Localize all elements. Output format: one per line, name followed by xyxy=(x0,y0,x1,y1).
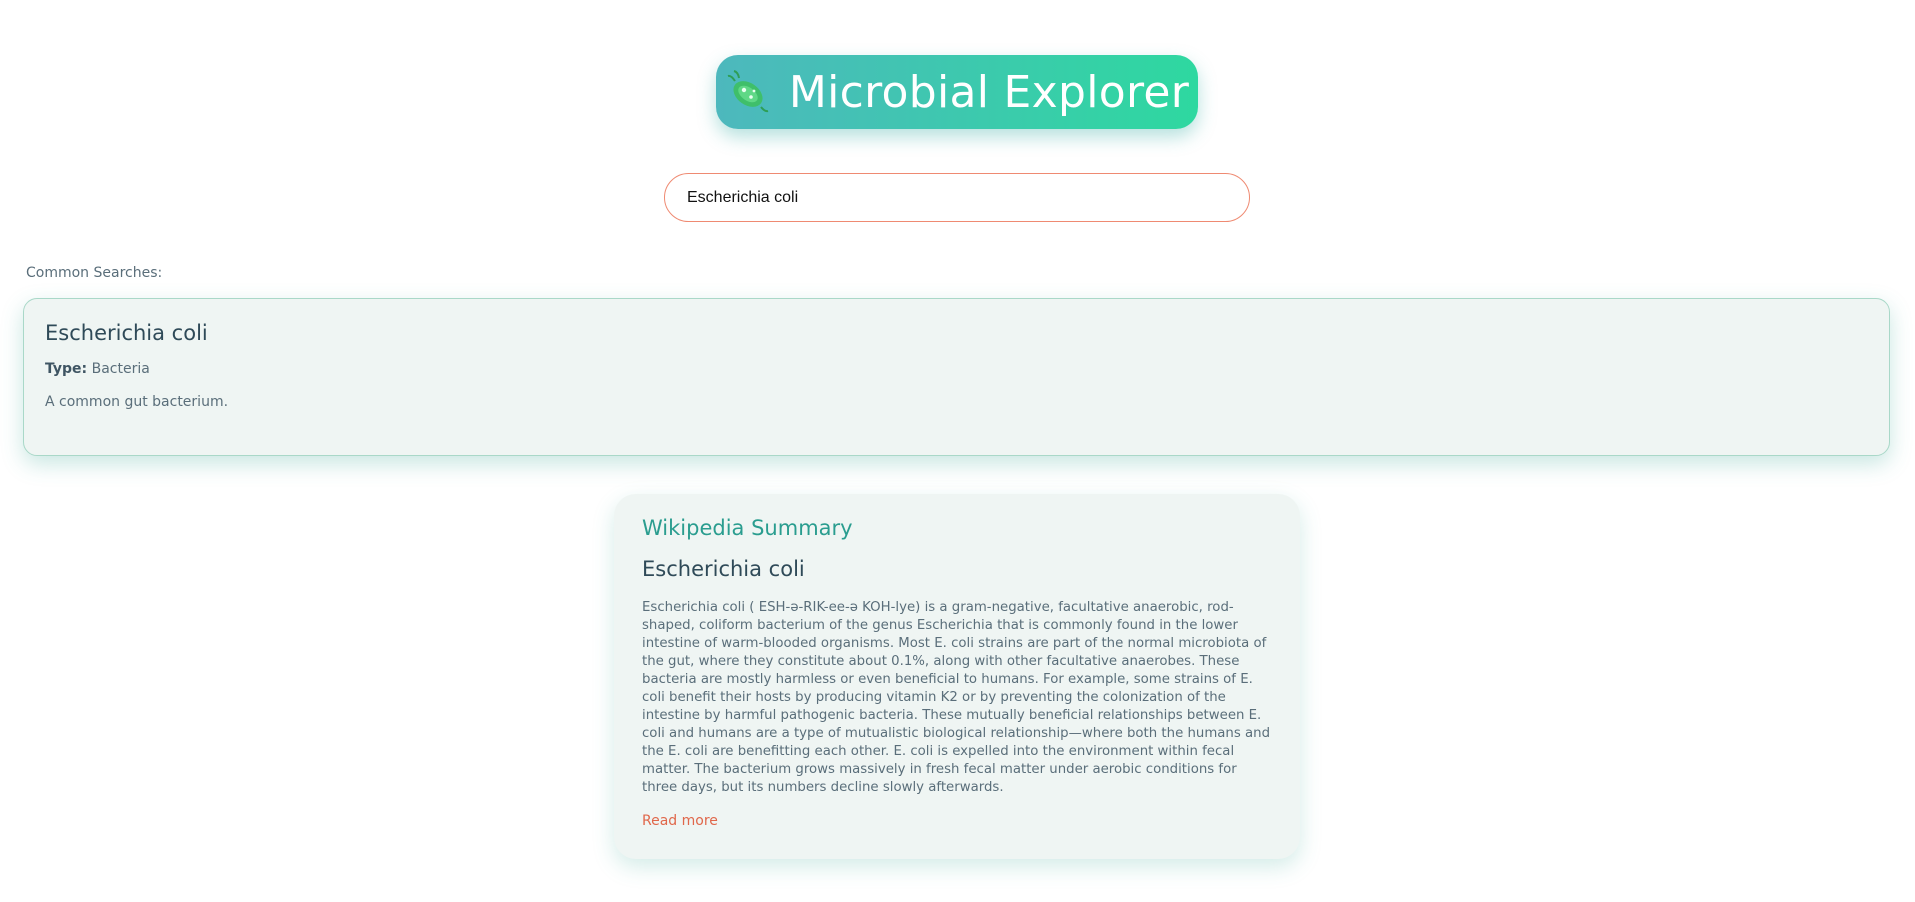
result-type-value: Bacteria xyxy=(91,361,150,377)
wikipedia-summary-card: Wikipedia Summary Escherichia coli Esche… xyxy=(614,494,1300,859)
search-container xyxy=(664,173,1250,222)
read-more-link[interactable]: Read more xyxy=(642,813,718,829)
wikipedia-title: Escherichia coli xyxy=(642,557,805,581)
search-input[interactable] xyxy=(664,173,1250,222)
page: Microbial Explorer Common Searches: Esch… xyxy=(0,0,1915,902)
common-searches-label: Common Searches: xyxy=(26,265,163,281)
app-title: Microbial Explorer xyxy=(788,66,1190,118)
wikipedia-heading: Wikipedia Summary xyxy=(642,516,853,540)
result-card[interactable]: Escherichia coli Type: Bacteria A common… xyxy=(23,298,1890,456)
result-type: Type: Bacteria xyxy=(45,361,1868,377)
result-description: A common gut bacterium. xyxy=(45,394,229,410)
app-header: Microbial Explorer xyxy=(716,55,1198,129)
microbe-icon xyxy=(725,69,771,115)
result-type-label: Type: xyxy=(45,361,88,377)
result-name: Escherichia coli xyxy=(45,321,208,345)
wikipedia-summary-text: Escherichia coli ( ESH-ə-RIK-ee-ə KOH-ly… xyxy=(642,600,1271,795)
